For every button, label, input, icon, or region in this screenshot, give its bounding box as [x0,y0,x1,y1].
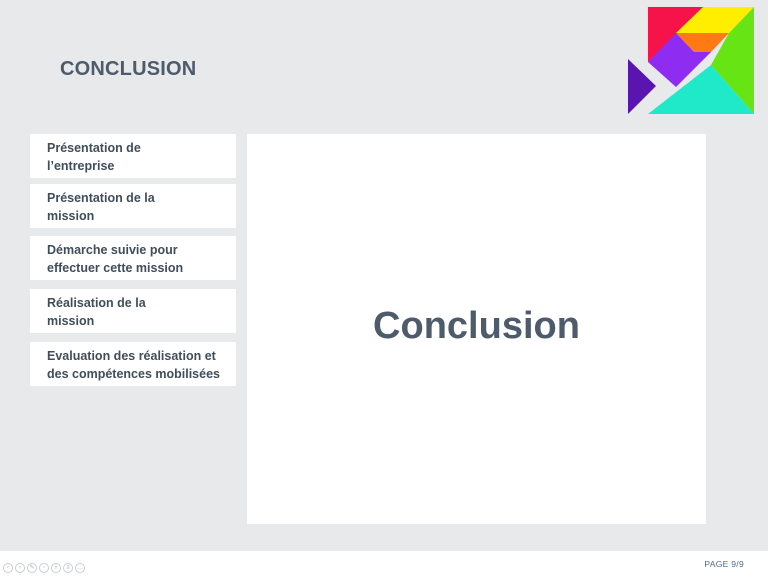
nav-item-demarche[interactable]: Démarche suivie pour effectuer cette mis… [30,236,236,280]
pen-icon[interactable]: ✎ [27,563,37,573]
player-footer: ‹ › ✎ ▫ ⌕ ≡ … PAGE 9/9 [0,551,768,576]
nav-item-presentation-entreprise[interactable]: Présentation de l’entreprise [30,134,236,178]
previous-icon[interactable]: ‹ [3,563,13,573]
tangram-logo [628,7,754,114]
nav-item-realisation[interactable]: Réalisation de la mission [30,289,236,333]
nav-item-evaluation[interactable]: Evaluation des réalisation et des compét… [30,342,236,386]
menu-icon[interactable]: ≡ [63,563,73,573]
tangram-indigo-piece [628,59,656,114]
player-controls: ‹ › ✎ ▫ ⌕ ≡ … [3,563,85,573]
more-icon[interactable]: … [75,563,85,573]
nav-item-presentation-mission[interactable]: Présentation de la mission [30,184,236,228]
nav-item-label: Evaluation des réalisation et des compét… [47,349,220,381]
nav-item-label: Démarche suivie pour effectuer cette mis… [47,243,184,275]
slide: CONCLUSION Présentation de l’entreprise … [0,0,768,551]
nav-item-label: Réalisation de la mission [47,296,146,328]
nav-item-label: Présentation de la mission [47,191,155,223]
content-panel: Conclusion [247,134,706,524]
content-heading: Conclusion [373,304,580,347]
page-number: PAGE 9/9 [704,559,744,569]
zoom-icon[interactable]: ⌕ [51,563,61,573]
slide-title: CONCLUSION [60,58,197,80]
nav-item-label: Présentation de l’entreprise [47,141,141,173]
slides-icon[interactable]: ▫ [39,563,49,573]
next-icon[interactable]: › [15,563,25,573]
